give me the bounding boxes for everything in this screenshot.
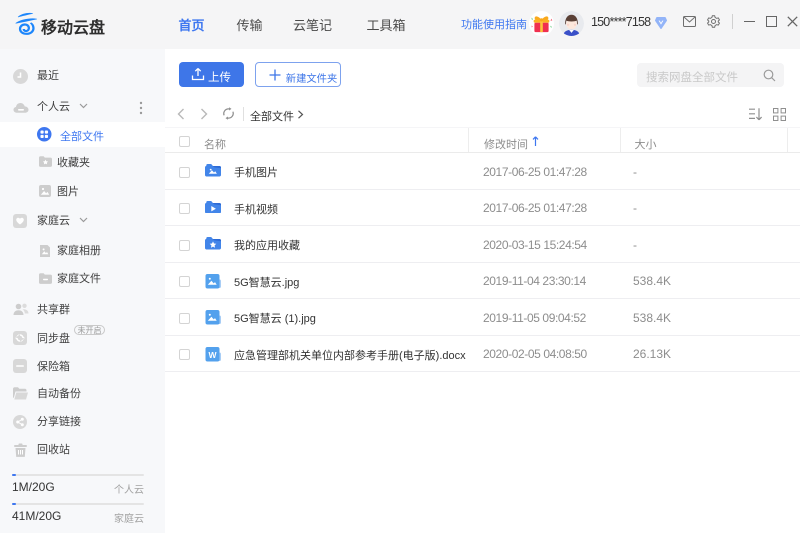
svg-text:W: W xyxy=(208,349,217,359)
